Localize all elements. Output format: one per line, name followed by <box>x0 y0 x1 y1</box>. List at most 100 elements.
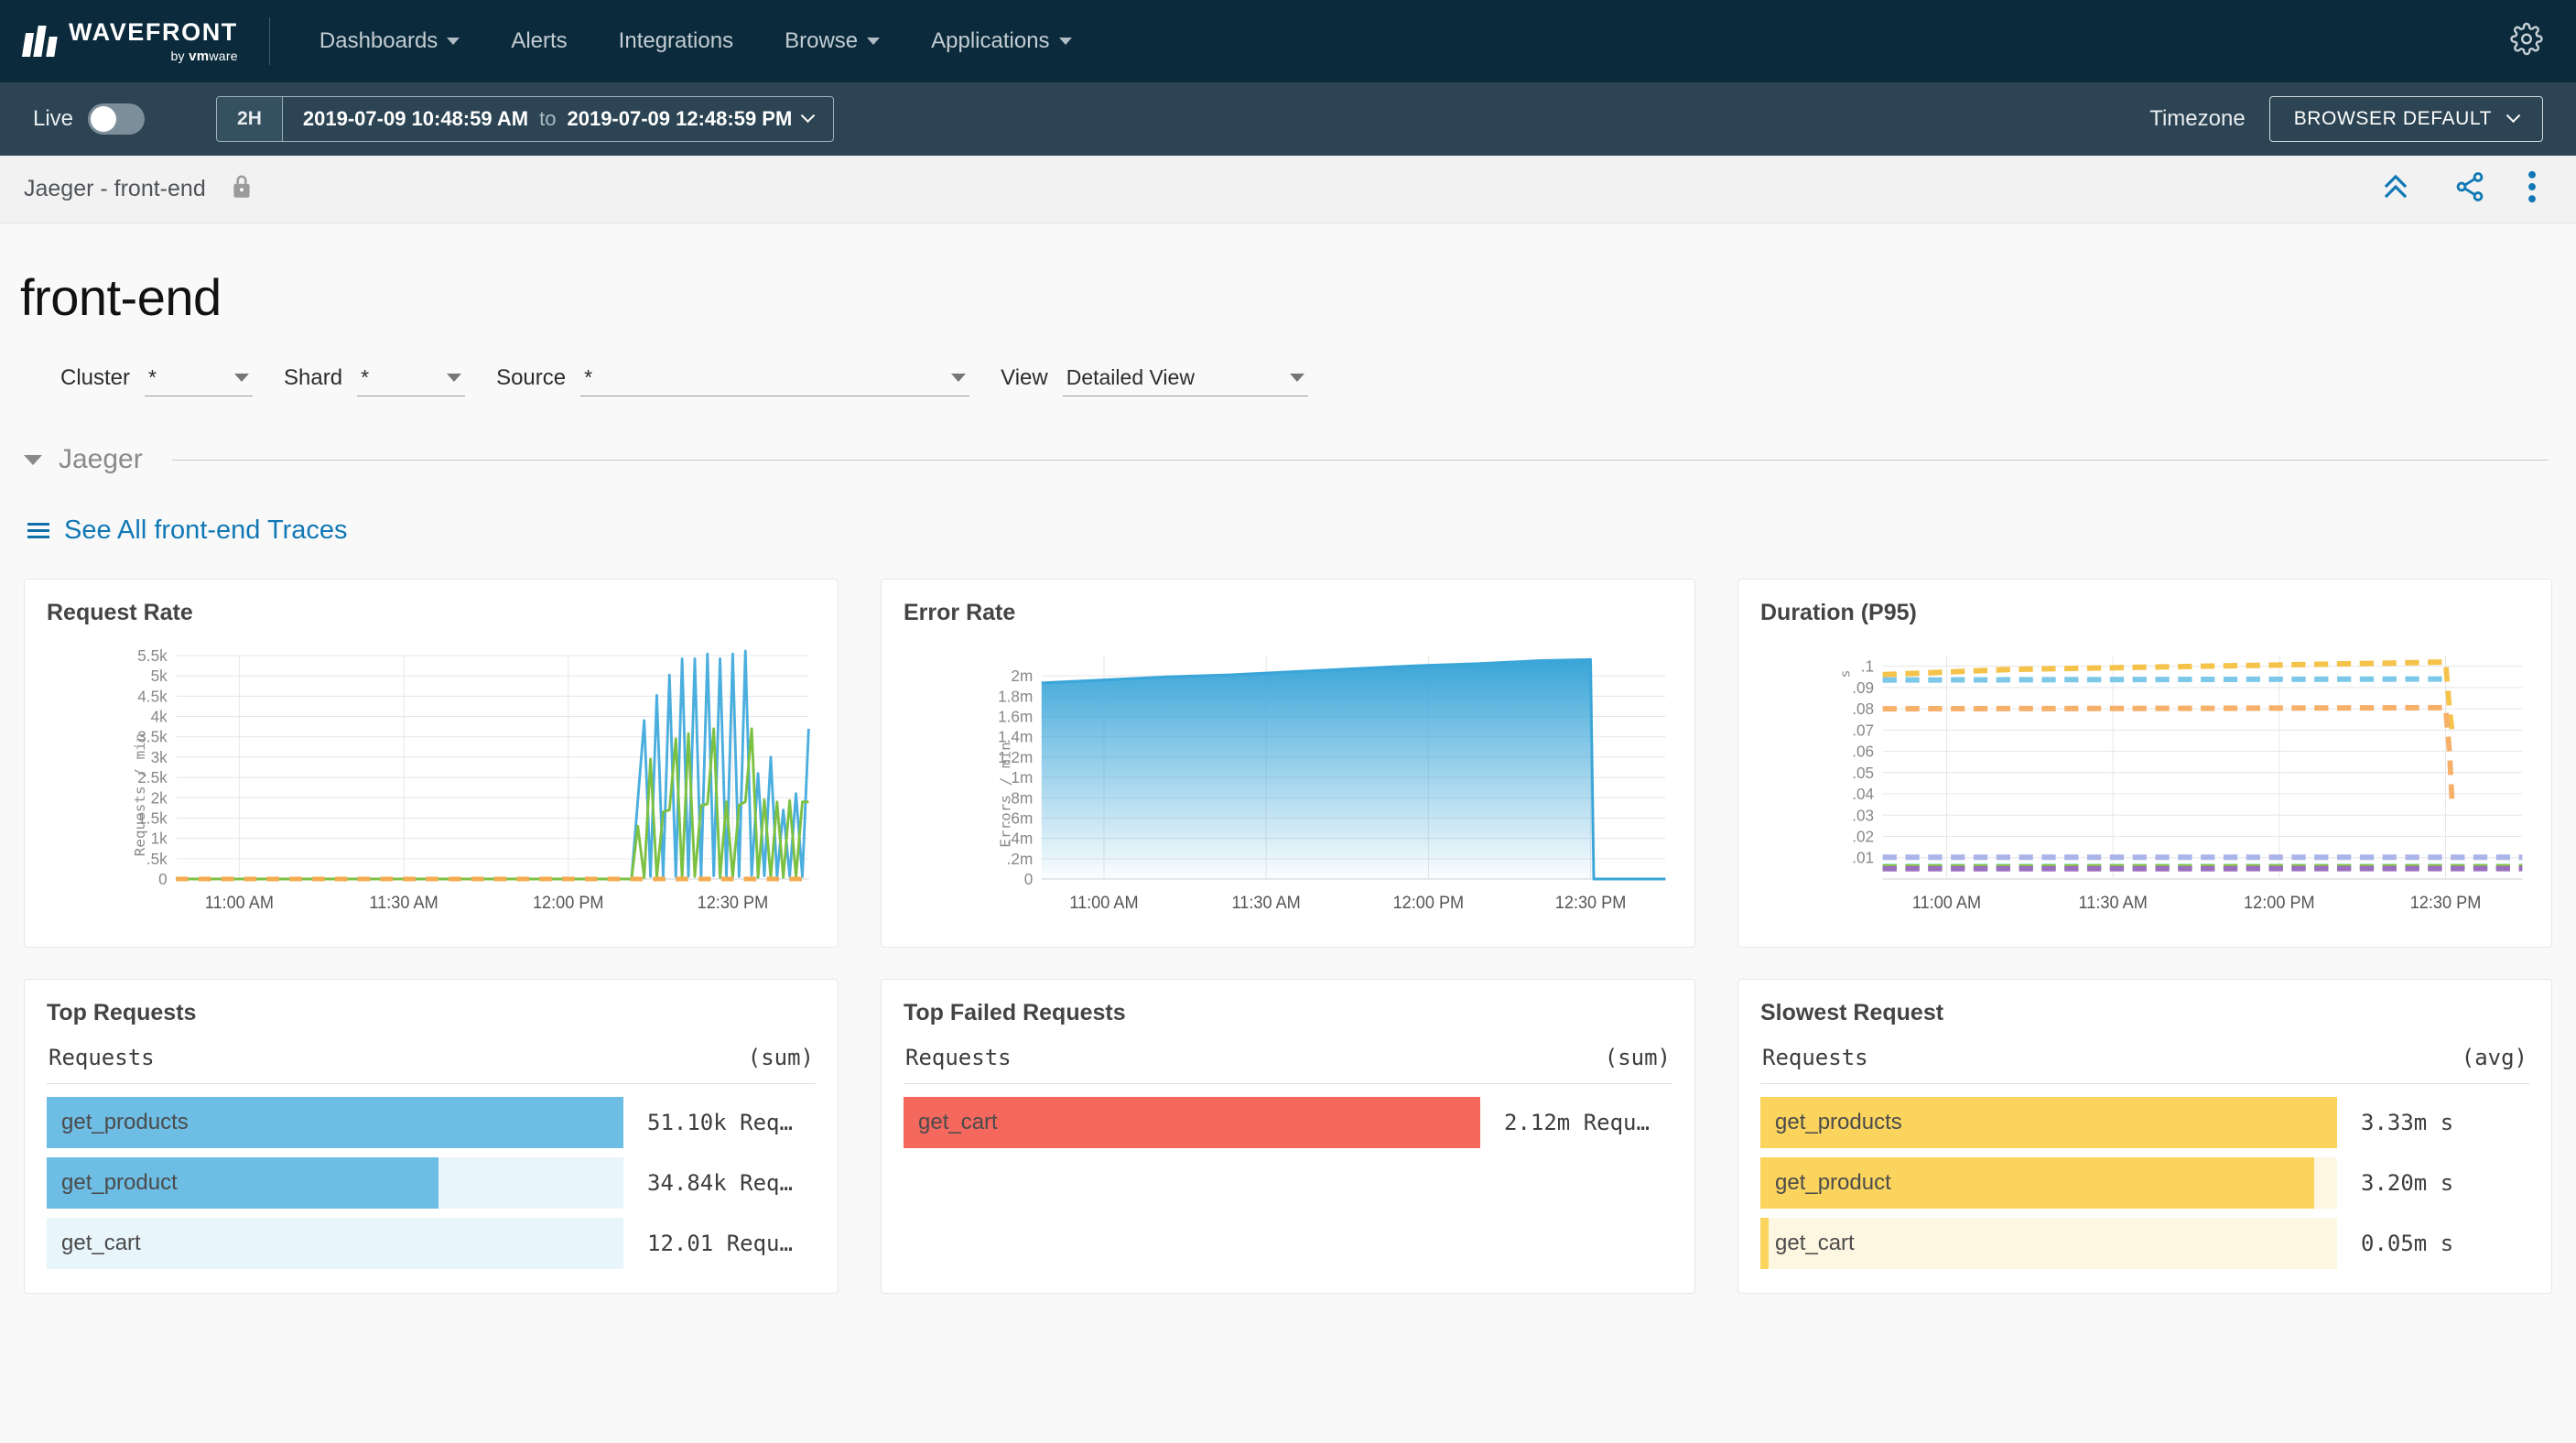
nav-item-alerts[interactable]: Alerts <box>485 19 592 63</box>
live-label: Live <box>33 106 74 131</box>
chevron-down-icon <box>234 374 250 382</box>
panel-top-requests: Top Requests Requests (sum) get_products… <box>24 979 839 1294</box>
panel-title-top-requests: Top Requests <box>47 1000 197 1025</box>
y-tick-label: 5k <box>151 667 168 685</box>
wavefront-logo[interactable]: WAVEFRONT by vmware <box>21 17 269 64</box>
series-requests-blue <box>176 649 810 881</box>
y-tick-label: 2m <box>1011 667 1033 685</box>
x-tick-label: 11:30 AM <box>369 893 438 912</box>
bar-cell: get_product <box>1760 1157 2337 1209</box>
nav-item-integrations[interactable]: Integrations <box>593 19 759 63</box>
chart-title-request-rate: Request Rate <box>47 600 193 625</box>
bar-label: get_cart <box>918 1110 998 1134</box>
chevron-down-icon <box>951 374 967 382</box>
chevron-down-icon[interactable] <box>24 454 42 465</box>
dashboard-header-bar: Jaeger - front-end <box>0 156 2576 223</box>
chart-error-rate[interactable]: 0.2m .4m .6m .8m 1m 1.2m 1.4m 1.6m 1.8m 2m 11:00 … <box>904 639 1672 932</box>
time-span-badge[interactable]: 2H <box>217 97 283 141</box>
logo-byline: by vmware <box>170 48 238 64</box>
table-row[interactable]: get_products 3.33m s <box>1760 1097 2529 1148</box>
x-tick-label: 12:30 PM <box>2410 893 2482 912</box>
row-value: 3.33m s <box>2361 1110 2454 1135</box>
table-row[interactable]: get_cart 2.12m Requ… <box>904 1097 1672 1148</box>
duration-p95-svg: .01 .02 .03 .04 .05 .06 .07 .08 .09 .1 11:00 AM 11… <box>1838 656 2523 912</box>
list-icon <box>27 523 49 538</box>
time-range-value[interactable]: 2019-07-09 10:48:59 AM to 2019-07-09 12:… <box>283 97 833 141</box>
time-range-end: 2019-07-09 12:48:59 PM <box>567 107 793 130</box>
y-tick-label: 1.8m <box>998 687 1033 705</box>
bar-cell: get_products <box>1760 1097 2337 1148</box>
y-tick-label: 0 <box>1024 870 1034 888</box>
panel-top-failed-requests: Top Failed Requests Requests (sum) get_c… <box>881 979 1695 1294</box>
time-range-start: 2019-07-09 10:48:59 AM <box>302 107 529 130</box>
view-value: Detailed View <box>1066 365 1195 389</box>
nav-item-applications[interactable]: Applications <box>905 19 1097 63</box>
overflow-menu-icon[interactable] <box>2527 169 2538 209</box>
nav-item-dashboards[interactable]: Dashboards <box>294 19 485 63</box>
filter-label-cluster: Cluster <box>60 365 131 390</box>
table-row[interactable]: get_cart 0.05m s <box>1760 1218 2529 1269</box>
timezone-label: Timezone <box>2149 106 2246 131</box>
bar-label: get_products <box>61 1110 189 1134</box>
chevron-down-icon <box>801 107 816 123</box>
share-icon[interactable] <box>2453 170 2486 208</box>
x-tick-label: 12:30 PM <box>1555 893 1627 912</box>
time-range-picker[interactable]: 2H 2019-07-09 10:48:59 AM to 2019-07-09 … <box>216 96 835 142</box>
x-tick-label: 11:30 AM <box>1232 893 1301 912</box>
time-range-bar: Live 2H 2019-07-09 10:48:59 AM to 2019-0… <box>0 82 2576 156</box>
y-tick-label: 1m <box>1011 768 1033 787</box>
see-all-traces-link[interactable]: See All front-end Traces <box>0 475 2576 546</box>
y-tick-label: .08 <box>1852 700 1874 718</box>
chevron-double-up-icon[interactable] <box>2378 169 2413 209</box>
bar-cell: get_cart <box>1760 1218 2337 1269</box>
chart-request-rate[interactable]: 0.5k 1k 1.5k 2k 2.5k 3k 3.5k 4k 4.5k 5k 5.5k 11:00… <box>47 639 816 932</box>
y-tick-label: .05 <box>1852 763 1874 781</box>
row-value: 2.12m Requ… <box>1504 1110 1650 1135</box>
table-row[interactable]: get_products 51.10k Req… <box>47 1097 816 1148</box>
shard-value: * <box>361 365 370 389</box>
request-rate-y-axis-label: Requests / min <box>131 733 148 857</box>
view-select[interactable]: Detailed View <box>1062 365 1308 396</box>
nav-item-browse[interactable]: Browse <box>759 19 905 63</box>
table-row[interactable]: get_cart 12.01 Requ… <box>47 1218 816 1269</box>
see-all-traces-label: See All front-end Traces <box>64 515 348 545</box>
bar-label: get_product <box>61 1170 178 1195</box>
shard-select[interactable]: * <box>357 365 466 396</box>
timezone-select[interactable]: BROWSER DEFAULT <box>2268 96 2543 142</box>
x-tick-label: 12:00 PM <box>533 893 604 912</box>
x-tick-label: 12:30 PM <box>698 893 769 912</box>
section-header-jaeger[interactable]: Jaeger <box>0 396 2576 475</box>
filter-label-view: View <box>1001 365 1048 390</box>
y-tick-label: 2k <box>151 788 168 807</box>
column-header-aggregation: (sum) <box>747 1045 814 1070</box>
bar-fill <box>1760 1218 1770 1269</box>
gear-icon[interactable] <box>2510 22 2543 60</box>
column-header-requests: Requests <box>1762 1045 1868 1070</box>
cluster-select[interactable]: * <box>145 365 254 396</box>
y-tick-label: 1k <box>151 829 168 847</box>
chart-card-duration-p95: Duration (P95) .01 .02 .03 .04 .05 .06 .07 .08.… <box>1737 579 2552 948</box>
y-tick-label: .2m <box>1007 849 1034 867</box>
bar-cell: get_cart <box>904 1097 1480 1148</box>
source-select[interactable]: * <box>580 365 970 396</box>
y-tick-label: .07 <box>1852 721 1874 739</box>
table-row[interactable]: get_product 34.84k Req… <box>47 1157 816 1209</box>
chart-duration-p95[interactable]: .01 .02 .03 .04 .05 .06 .07 .08 .09 .1 11:00 AM 11… <box>1760 639 2529 932</box>
filter-view: View Detailed View <box>1001 365 1308 396</box>
x-tick-label: 11:30 AM <box>2079 893 2148 912</box>
x-tick-label: 12:00 PM <box>2244 893 2315 912</box>
bar-cell: get_product <box>47 1157 623 1209</box>
live-toggle[interactable] <box>88 103 146 135</box>
chevron-down-icon <box>867 38 881 45</box>
y-tick-label: .01 <box>1852 848 1874 866</box>
table-row[interactable]: get_product 3.20m s <box>1760 1157 2529 1209</box>
top-navigation-bar: WAVEFRONT by vmware Dashboards Alerts In… <box>0 0 2576 82</box>
y-tick-label: .5k <box>146 849 168 867</box>
y-tick-label: 3k <box>151 748 168 766</box>
bar-label: get_cart <box>1775 1231 1855 1255</box>
panel-rows-slowest-request: get_products 3.33m s get_product 3.20m s get… <box>1760 1084 2529 1269</box>
logo-wordmark: WAVEFRONT <box>69 17 238 46</box>
breadcrumb[interactable]: Jaeger - front-end <box>24 176 206 202</box>
nav-divider <box>268 17 270 65</box>
chevron-down-icon <box>1289 374 1304 382</box>
